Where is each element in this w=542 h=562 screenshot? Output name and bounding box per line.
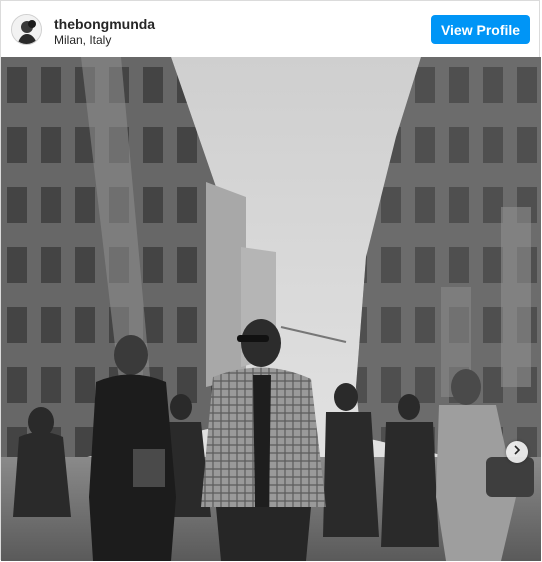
street-scene-image [1,57,541,561]
post-photo[interactable] [1,57,541,561]
post-card: thebongmunda Milan, Italy View Profile [0,0,541,561]
next-photo-button[interactable] [506,441,528,463]
post-header: thebongmunda Milan, Italy View Profile [1,1,541,57]
avatar[interactable] [11,14,42,45]
view-profile-button[interactable]: View Profile [431,15,530,44]
username[interactable]: thebongmunda [54,16,155,32]
chevron-right-icon [512,443,522,461]
location[interactable]: Milan, Italy [54,33,111,47]
